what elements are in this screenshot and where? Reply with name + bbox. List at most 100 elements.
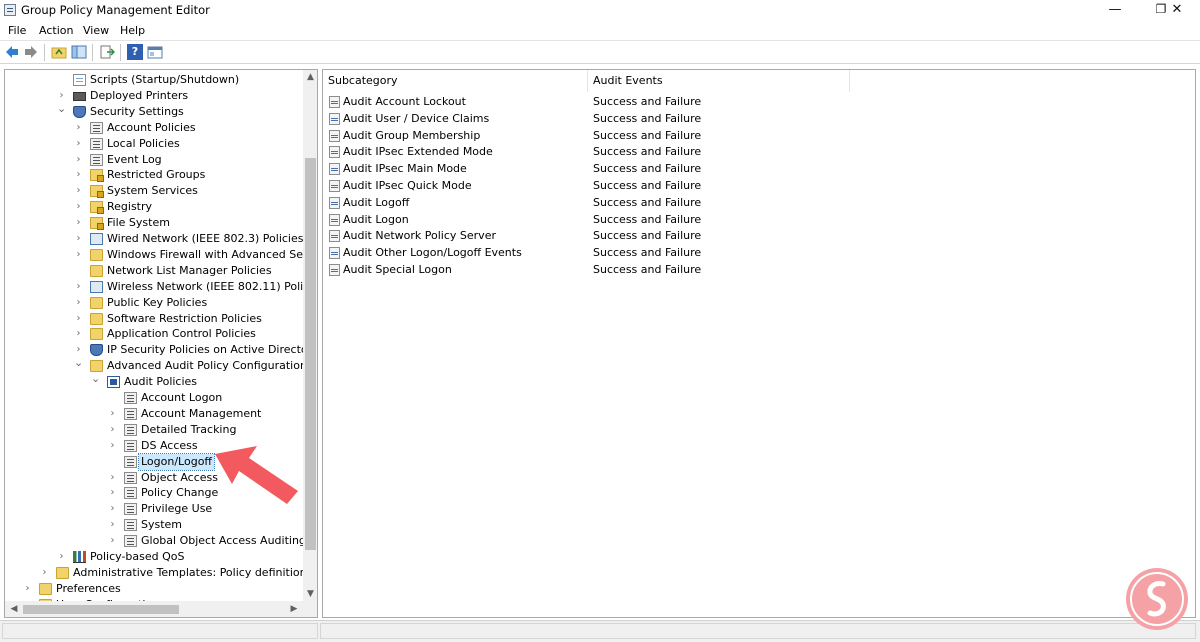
tree-node[interactable]: › Deployed Printers	[5, 88, 303, 104]
list-item[interactable]: Audit IPsec Extended Mode Success and Fai…	[323, 144, 1193, 160]
column-header-audit-events[interactable]: Audit Events	[588, 70, 850, 92]
horizontal-scroll-thumb[interactable]	[23, 605, 179, 614]
expand-chevron-icon[interactable]: ›	[74, 231, 83, 247]
menu-help[interactable]: Help	[120, 24, 145, 37]
tree-node[interactable]: › Registry	[5, 199, 303, 215]
tree-node-label: Scripts (Startup/Shutdown)	[90, 73, 240, 86]
expand-chevron-icon[interactable]: ›	[108, 406, 117, 422]
tree-node[interactable]: › System	[5, 517, 303, 533]
tree-node[interactable]: › Global Object Access Auditing	[5, 533, 306, 549]
collapse-chevron-icon[interactable]: ⌄	[57, 101, 66, 117]
scroll-up-icon[interactable]: ▲	[303, 70, 317, 84]
expand-chevron-icon[interactable]: ›	[108, 501, 117, 517]
list-item[interactable]: Audit IPsec Main Mode Success and Failure	[323, 161, 1193, 177]
expand-chevron-icon[interactable]: ›	[74, 311, 83, 327]
up-folder-icon[interactable]	[51, 44, 67, 60]
menu-view[interactable]: View	[83, 24, 109, 37]
help-icon[interactable]: ?	[127, 44, 143, 60]
expand-chevron-icon[interactable]: ›	[57, 549, 66, 565]
column-header-subcategory[interactable]: Subcategory	[323, 70, 588, 92]
subcategory-cell: Audit Group Membership	[343, 128, 481, 142]
expand-chevron-icon[interactable]: ›	[74, 247, 83, 263]
tree-node[interactable]: › Local Policies	[5, 136, 303, 152]
expand-chevron-icon[interactable]: ›	[74, 136, 83, 152]
forward-arrow-icon[interactable]	[23, 44, 39, 60]
tree-node[interactable]: › Wireless Network (IEEE 802.11) Policies	[5, 279, 317, 295]
expand-chevron-icon[interactable]: ›	[108, 533, 117, 549]
tree-vertical-scrollbar[interactable]: ▲ ▼	[303, 70, 317, 601]
collapse-chevron-icon[interactable]: ⌄	[91, 371, 100, 387]
tree-node-label: Policy Change	[141, 486, 219, 500]
list-item[interactable]: Audit Special Logon Success and Failure	[323, 262, 1193, 278]
expand-chevron-icon[interactable]: ›	[108, 422, 117, 438]
tree-node[interactable]: › Public Key Policies	[5, 295, 303, 311]
tree-node[interactable]: › Wired Network (IEEE 802.3) Policies	[5, 231, 304, 247]
details-pane[interactable]: Subcategory Audit Events Audit Account L…	[322, 69, 1196, 618]
expand-chevron-icon[interactable]: ›	[74, 120, 83, 136]
tree-node-label: Audit Policies	[124, 375, 198, 389]
scroll-down-icon[interactable]: ▼	[303, 587, 317, 601]
expand-chevron-icon[interactable]: ›	[108, 470, 117, 486]
tree-node[interactable]: › Administrative Templates: Policy defini…	[5, 565, 317, 581]
tree-node[interactable]: ⌄ Security Settings	[5, 101, 303, 120]
list-item[interactable]: Audit Group Membership Success and Failur…	[323, 128, 1193, 144]
tree-horizontal-scrollbar[interactable]: ◀ ▶	[5, 601, 303, 617]
menu-file[interactable]: File	[8, 24, 26, 37]
list-item[interactable]: Audit Logoff Success and Failure	[323, 195, 1193, 211]
tree-node[interactable]: › Account Policies	[5, 120, 303, 136]
list-item[interactable]: Audit Account Lockout Success and Failure	[323, 94, 1193, 110]
collapse-chevron-icon[interactable]: ⌄	[74, 355, 83, 371]
properties-icon[interactable]	[147, 44, 163, 60]
minimize-button[interactable]: —	[1092, 0, 1138, 21]
chart-icon	[73, 551, 86, 563]
export-list-icon[interactable]	[99, 44, 115, 60]
expand-chevron-icon[interactable]: ›	[74, 199, 83, 215]
list-item[interactable]: Audit IPsec Quick Mode Success and Failur…	[323, 178, 1193, 194]
show-hide-tree-icon[interactable]	[71, 44, 87, 60]
tree-node[interactable]: › Account Management	[5, 406, 303, 422]
expand-chevron-icon[interactable]: ›	[108, 438, 117, 454]
scroll-left-icon[interactable]: ◀	[7, 601, 21, 617]
console-tree[interactable]: Scripts (Startup/Shutdown) › Deployed Prin…	[4, 69, 318, 618]
expand-chevron-icon[interactable]: ›	[23, 581, 32, 597]
expand-chevron-icon[interactable]: ›	[74, 167, 83, 183]
back-arrow-icon[interactable]	[4, 44, 20, 60]
menu-action[interactable]: Action	[39, 24, 73, 37]
expand-chevron-icon[interactable]: ›	[74, 279, 83, 295]
list-item[interactable]: Audit User / Device Claims Success and Fa…	[323, 111, 1193, 127]
tree-node[interactable]: › System Services	[5, 183, 303, 199]
tree-node[interactable]: › Event Log	[5, 152, 303, 168]
tree-node[interactable]: ⌄ Advanced Audit Policy Configuration	[5, 355, 307, 374]
window-title: Group Policy Management Editor	[21, 3, 210, 17]
list-item[interactable]: Audit Other Logon/Logoff Events Success a…	[323, 245, 1193, 261]
list-item[interactable]: Audit Logon Success and Failure	[323, 212, 1193, 228]
scroll-right-icon[interactable]: ▶	[287, 601, 301, 617]
tree-node[interactable]: › Policy-based QoS	[5, 549, 303, 565]
expand-chevron-icon[interactable]: ›	[74, 183, 83, 199]
tree-node[interactable]: › Detailed Tracking	[5, 422, 303, 438]
expand-chevron-icon[interactable]: ›	[108, 517, 117, 533]
tree-node[interactable]: › Application Control Policies	[5, 326, 303, 342]
close-button[interactable]: ✕	[1154, 0, 1200, 21]
tree-node[interactable]: Account Logon	[5, 390, 303, 406]
expand-chevron-icon[interactable]: ›	[108, 485, 117, 501]
tree-node[interactable]: › Preferences	[5, 581, 303, 597]
expand-chevron-icon[interactable]: ›	[74, 215, 83, 231]
list-item[interactable]: Audit Network Policy Server Success and F…	[323, 228, 1193, 244]
expand-chevron-icon[interactable]: ›	[40, 565, 49, 581]
tree-node[interactable]: › Windows Firewall with Advanced Security	[5, 247, 317, 263]
tree-node[interactable]: › File System	[5, 215, 303, 231]
tree-node[interactable]: › Software Restriction Policies	[5, 311, 303, 327]
expand-chevron-icon[interactable]: ›	[74, 326, 83, 342]
vertical-scroll-thumb[interactable]	[305, 158, 316, 550]
tree-node-label: Logon/Logoff	[137, 452, 216, 471]
subcategory-cell: Audit IPsec Extended Mode	[343, 145, 493, 159]
expand-chevron-icon[interactable]: ›	[74, 152, 83, 168]
tree-node[interactable]: › IP Security Policies on Active Director…	[5, 342, 317, 358]
tree-node[interactable]: Network List Manager Policies	[5, 263, 303, 279]
tree-node[interactable]: ⌄ Audit Policies	[5, 371, 303, 390]
audit-root-icon	[107, 376, 120, 389]
expand-chevron-icon[interactable]: ›	[74, 295, 83, 311]
tree-node[interactable]: Scripts (Startup/Shutdown)	[5, 72, 303, 88]
tree-node[interactable]: › Restricted Groups	[5, 167, 303, 183]
